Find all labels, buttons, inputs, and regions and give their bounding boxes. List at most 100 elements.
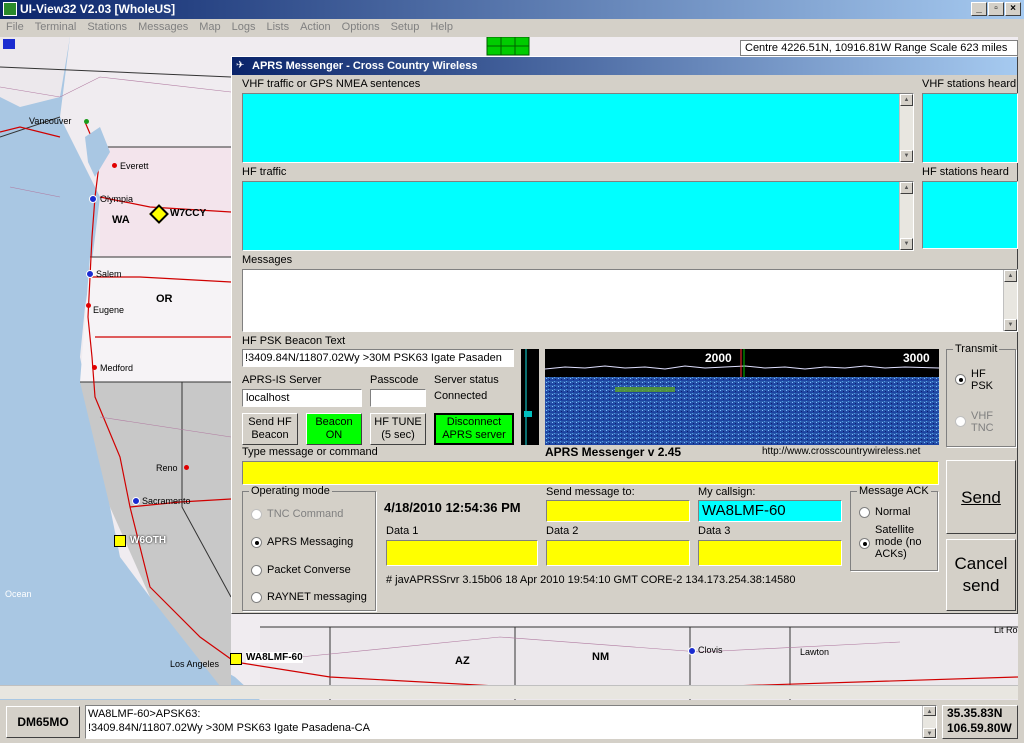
send-hf-beacon-button[interactable]: Send HF Beacon [242, 413, 298, 445]
transmit-group: Transmit HF PSK VHF TNC [946, 343, 1016, 447]
station-w7ccy[interactable]: W7CCY [170, 208, 206, 219]
city-marker [92, 365, 97, 370]
mode-tnc-radio[interactable] [251, 509, 262, 520]
data3-label: Data 3 [698, 525, 731, 537]
city-everett: Everett [120, 161, 149, 171]
messages-scrollbar[interactable]: ▲ ▼ [1003, 270, 1017, 331]
mode-tnc-label: TNC Command [267, 508, 344, 520]
data2-input[interactable] [546, 540, 690, 566]
disconnect-server-button[interactable]: Disconnect APRS server [434, 413, 514, 445]
beacon-on-button[interactable]: Beacon ON [306, 413, 362, 445]
data1-input[interactable] [386, 540, 538, 566]
restore-button[interactable]: ▫ [988, 2, 1004, 16]
city-vancouver: Vancouver [29, 116, 72, 126]
station-icon[interactable] [114, 535, 126, 547]
station-icon[interactable] [230, 653, 242, 665]
city-marker [184, 465, 189, 470]
status-bar: DM65MO WA8LMF-60>APSK63: !3409.84N/11807… [0, 702, 1024, 743]
data3-input[interactable] [698, 540, 842, 566]
coordinates-readout: 35.35.83N 106.59.80W [942, 705, 1018, 739]
menu-action[interactable]: Action [294, 19, 336, 33]
station-wa8lmf[interactable]: WA8LMF-60 [246, 652, 303, 663]
my-callsign-input[interactable]: WA8LMF-60 [698, 500, 842, 522]
state-wa: WA [112, 214, 130, 226]
waterfall-url[interactable]: http://www.crosscountrywireless.net [762, 446, 920, 457]
aprs-server-input[interactable]: localhost [242, 389, 362, 407]
dialog-title: APRS Messenger - Cross Country Wireless [252, 60, 478, 72]
server-status-label: Server status [434, 374, 499, 386]
ack-normal-radio[interactable] [859, 507, 870, 518]
hf-heard-label: HF stations heard [922, 166, 1009, 178]
state-or: OR [156, 293, 173, 305]
ack-satellite-radio[interactable] [859, 538, 870, 549]
type-message-label: Type message or command [242, 446, 378, 458]
city-marker [688, 647, 696, 655]
city-marker [86, 303, 91, 308]
waterfall-graphic [544, 349, 940, 445]
cancel-send-button[interactable]: Cancel send [946, 539, 1016, 611]
menu-messages[interactable]: Messages [132, 19, 193, 33]
send-to-input[interactable] [546, 500, 690, 522]
transmit-hf-label: HF PSK [971, 368, 994, 392]
message-ack-group: Message ACK Normal Satellite mode (no AC… [850, 485, 938, 571]
send-button[interactable]: Send [946, 460, 1016, 534]
city-eugene: Eugene [93, 305, 125, 315]
passcode-label: Passcode [370, 374, 419, 386]
vhf-scrollbar[interactable]: ▲ ▼ [899, 94, 913, 162]
menu-bar: File Terminal Stations Messages Map Logs Lists… [0, 19, 1024, 37]
transmit-vhf-radio[interactable] [955, 416, 966, 427]
mode-packet-label: Packet Converse [267, 564, 351, 576]
menu-setup[interactable]: Setup [385, 19, 425, 33]
beacon-text-label: HF PSK Beacon Text [242, 335, 346, 347]
vhf-traffic-box[interactable] [242, 93, 914, 163]
vhf-heard-box[interactable] [922, 93, 1018, 163]
menu-lists[interactable]: Lists [260, 19, 294, 33]
server-line: # javAPRSSrvr 3.15b06 18 Apr 2010 19:54:… [386, 574, 796, 586]
mode-raynet-radio[interactable] [251, 592, 262, 603]
ack-satellite-label: Satellite mode (no ACKs) [875, 524, 922, 560]
data2-label: Data 2 [546, 525, 579, 537]
data1-label: Data 1 [386, 525, 419, 537]
city-los-angeles: Los Angeles [170, 659, 220, 669]
operating-mode-group: Operating mode TNC Command APRS Messagin… [242, 485, 376, 611]
menu-stations[interactable]: Stations [81, 19, 132, 33]
grid-locator: DM65MO [6, 706, 80, 738]
menu-file[interactable]: File [0, 19, 29, 33]
city-clovis: Clovis [698, 645, 723, 655]
hf-heard-box[interactable] [922, 181, 1018, 249]
hf-tune-button[interactable]: HF TUNE (5 sec) [370, 413, 426, 445]
hf-scrollbar[interactable]: ▲ ▼ [899, 182, 913, 250]
packet-scrollbar[interactable]: ▲ ▼ [922, 706, 936, 738]
vhf-traffic-label: VHF traffic or GPS NMEA sentences [242, 78, 421, 90]
messages-box[interactable] [242, 269, 1018, 332]
station-w6oth[interactable]: W6OTH [130, 535, 166, 546]
transmit-hf-radio[interactable] [955, 374, 966, 385]
message-command-input[interactable] [242, 461, 939, 485]
hf-traffic-box[interactable] [242, 181, 914, 251]
map-info-text: Centre 4226.51N, 10916.81W Range Scale 6… [745, 42, 1008, 54]
city-reno: Reno [156, 463, 178, 473]
minimize-button[interactable]: _ [971, 2, 987, 16]
menu-logs[interactable]: Logs [226, 19, 261, 33]
packet-line-1: WA8LMF-60>APSK63: [88, 708, 201, 720]
ocean-label: Ocean [5, 589, 32, 599]
mode-packet-radio[interactable] [251, 565, 262, 576]
messages-label: Messages [242, 254, 293, 266]
menu-help[interactable]: Help [424, 19, 458, 33]
state-nm: NM [592, 651, 610, 663]
message-ack-label: Message ACK [857, 485, 931, 497]
waterfall-display[interactable]: 2000 3000 [544, 349, 940, 445]
satellite-icon: ✈ [236, 60, 245, 71]
city-salem: Salem [96, 269, 122, 279]
my-callsign-label: My callsign: [698, 486, 756, 498]
map-hscrollbar[interactable] [0, 685, 1018, 699]
aprs-messenger-dialog: APRS Messenger - Cross Country Wireless … [231, 56, 1018, 614]
beacon-text-input[interactable]: !3409.84N/11807.02Wy >30M PSK63 Igate Pa… [242, 349, 514, 367]
city-olympia: Olympia [100, 194, 134, 204]
menu-terminal[interactable]: Terminal [29, 19, 82, 33]
menu-map[interactable]: Map [193, 19, 225, 33]
passcode-input[interactable] [370, 389, 426, 407]
close-button[interactable]: × [1005, 2, 1021, 16]
menu-options[interactable]: Options [336, 19, 385, 33]
mode-aprs-radio[interactable] [251, 537, 262, 548]
